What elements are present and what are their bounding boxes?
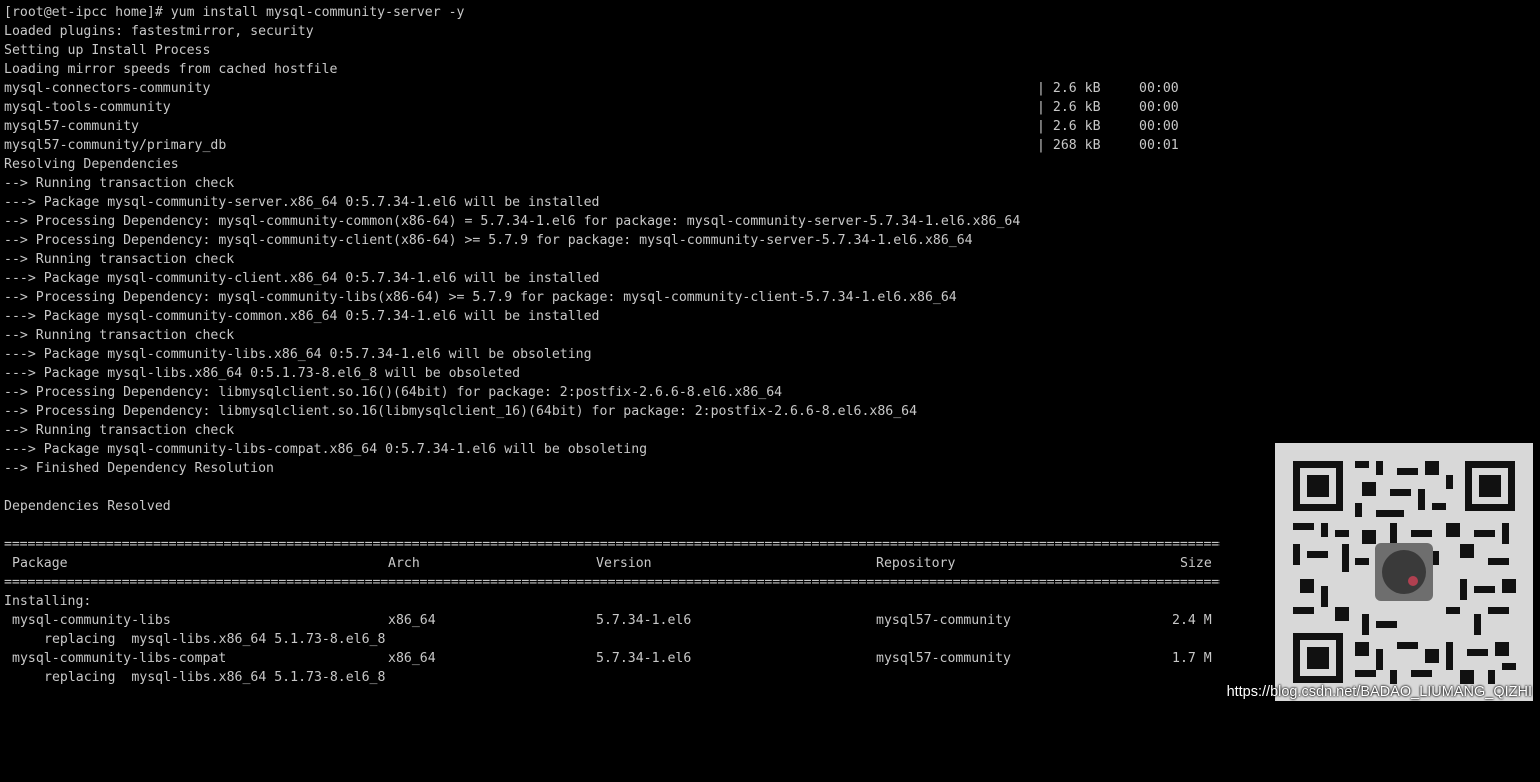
repo-name: mysql-connectors-community — [4, 81, 211, 96]
row-size: 2.4 M — [1172, 613, 1212, 628]
header-arch: Arch — [388, 556, 420, 571]
output-line: ---> Package mysql-community-client.x86_… — [4, 271, 600, 286]
row-size: 1.7 M — [1172, 651, 1212, 666]
output-line: ---> Package mysql-community-libs.x86_64… — [4, 347, 592, 362]
row-package: mysql-community-libs — [12, 613, 171, 628]
output-line: Resolving Dependencies — [4, 157, 179, 172]
header-repository: Repository — [876, 556, 956, 571]
output-line: Setting up Install Process — [4, 43, 211, 58]
output-line: --> Processing Dependency: libmysqlclien… — [4, 385, 783, 400]
qr-code-icon — [1275, 443, 1533, 701]
output-line: --> Processing Dependency: mysql-communi… — [4, 233, 973, 248]
replacing-text: replacing mysql-libs.x86_64 5.1.73-8.el6… — [44, 670, 386, 685]
repo-time: 00:00 — [1139, 119, 1179, 134]
row-version: 5.7.34-1.el6 — [596, 651, 692, 666]
repo-name: mysql-tools-community — [4, 100, 171, 115]
watermark-url: https://blog.csdn.net/BADAO_LIUMANG_QIZH… — [1226, 684, 1532, 700]
repo-time: 00:01 — [1139, 138, 1179, 153]
replacing-text: replacing mysql-libs.x86_64 5.1.73-8.el6… — [44, 632, 386, 647]
header-package: Package — [12, 556, 68, 571]
row-package: mysql-community-libs-compat — [12, 651, 227, 666]
output-line: --> Processing Dependency: mysql-communi… — [4, 290, 957, 305]
output-line: Loading mirror speeds from cached hostfi… — [4, 62, 338, 77]
row-arch: x86_64 — [388, 651, 436, 666]
header-size: Size — [1180, 556, 1212, 571]
output-line: --> Running transaction check — [4, 423, 235, 438]
repo-line: mysql-tools-community | 2.6 kB 00:00 — [4, 98, 1264, 117]
output-line: --> Running transaction check — [4, 252, 235, 267]
table-row: mysql-community-libs-compat x86_64 5.7.3… — [4, 649, 1264, 668]
header-version: Version — [596, 556, 652, 571]
dependencies-resolved: Dependencies Resolved — [4, 499, 171, 514]
repo-size: | 2.6 kB — [1037, 119, 1101, 134]
repo-name: mysql57-community/primary_db — [4, 138, 227, 153]
repo-line: mysql-connectors-community | 2.6 kB 00:0… — [4, 79, 1264, 98]
output-line: --> Running transaction check — [4, 328, 235, 343]
output-line: ---> Package mysql-community-server.x86_… — [4, 195, 600, 210]
repo-size: | 2.6 kB — [1037, 100, 1101, 115]
table-row: mysql-community-libs x86_64 5.7.34-1.el6… — [4, 611, 1264, 630]
output-line: ---> Package mysql-community-libs-compat… — [4, 442, 648, 457]
repo-line: mysql57-community | 2.6 kB 00:00 — [4, 117, 1264, 136]
repo-size: | 2.6 kB — [1037, 81, 1101, 96]
repo-time: 00:00 — [1139, 81, 1179, 96]
output-line: --> Finished Dependency Resolution — [4, 461, 274, 476]
table-separator: ========================================… — [4, 575, 1220, 590]
terminal-output[interactable]: [root@et-ipcc home]# yum install mysql-c… — [4, 3, 1264, 687]
row-repository: mysql57-community — [876, 613, 1011, 628]
output-line: --> Processing Dependency: libmysqlclien… — [4, 404, 918, 419]
repo-name: mysql57-community — [4, 119, 139, 134]
row-replacing: replacing mysql-libs.x86_64 5.1.73-8.el6… — [4, 668, 1264, 687]
qr-code-image — [1275, 443, 1533, 701]
repo-time: 00:00 — [1139, 100, 1179, 115]
table-header: Package Arch Version Repository Size — [4, 554, 1264, 573]
row-arch: x86_64 — [388, 613, 436, 628]
row-repository: mysql57-community — [876, 651, 1011, 666]
row-version: 5.7.34-1.el6 — [596, 613, 692, 628]
table-separator: ========================================… — [4, 537, 1220, 552]
prompt-line: [root@et-ipcc home]# yum install mysql-c… — [4, 5, 465, 20]
output-line: ---> Package mysql-community-common.x86_… — [4, 309, 600, 324]
output-line: --> Processing Dependency: mysql-communi… — [4, 214, 1021, 229]
repo-size: | 268 kB — [1037, 138, 1101, 153]
output-line: Loaded plugins: fastestmirror, security — [4, 24, 314, 39]
output-line: --> Running transaction check — [4, 176, 235, 191]
row-replacing: replacing mysql-libs.x86_64 5.1.73-8.el6… — [4, 630, 1264, 649]
installing-label: Installing: — [4, 594, 92, 609]
output-line: ---> Package mysql-libs.x86_64 0:5.1.73-… — [4, 366, 521, 381]
repo-line: mysql57-community/primary_db | 268 kB 00… — [4, 136, 1264, 155]
